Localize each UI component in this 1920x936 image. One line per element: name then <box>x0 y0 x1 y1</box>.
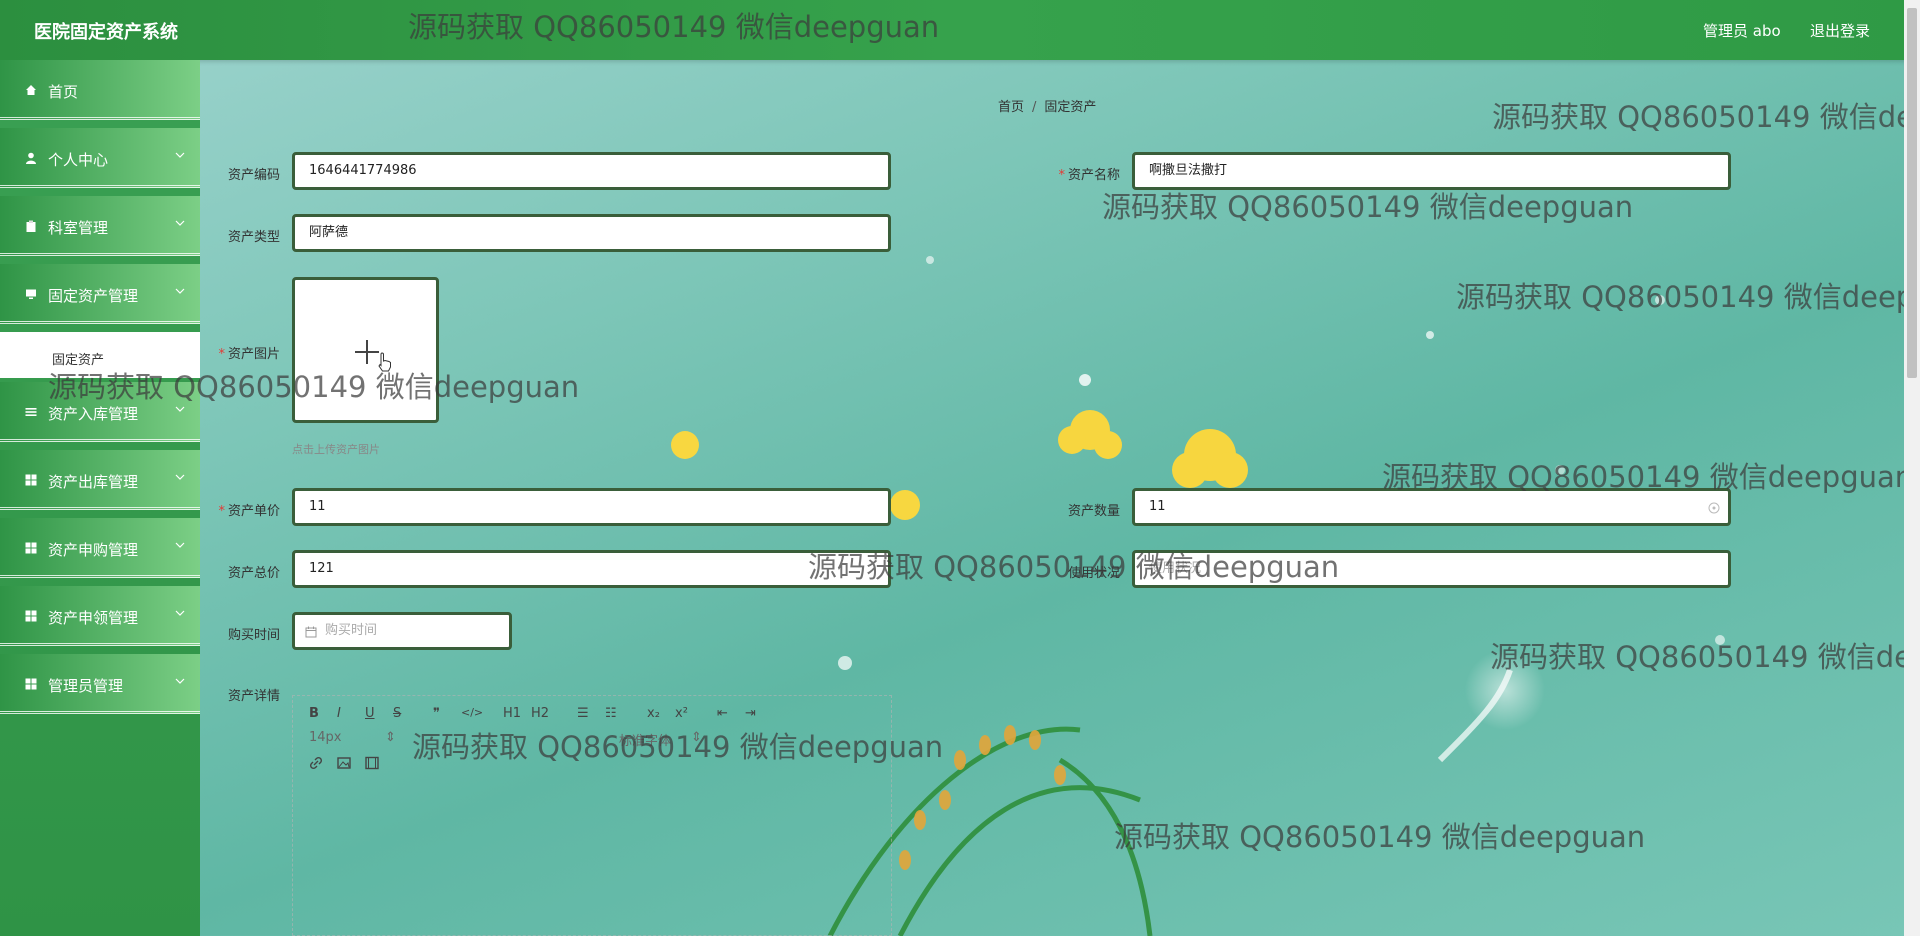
unit-price-label: * 资产单价 <box>218 504 280 519</box>
breadcrumb-separator: / <box>1032 100 1037 115</box>
watermark: 源码获取 QQ86050149 微信deepguan <box>1490 640 1920 674</box>
blockquote-button[interactable]: ❞ <box>433 706 440 721</box>
asset-detail-label: 资产详情 <box>227 689 280 704</box>
sidebar-item-stock-out[interactable]: 资产出库管理 <box>0 450 200 510</box>
sidebar-item-purchase[interactable]: 资产申购管理 <box>0 518 200 578</box>
bold-button[interactable]: B <box>309 706 319 721</box>
monitor-icon <box>26 289 36 299</box>
sidebar-item-label: 资产出库管理 <box>48 473 139 491</box>
sidebar-item-department[interactable]: 科室管理 <box>0 196 200 256</box>
image-upload-hint: 点击上传资产图片 <box>292 443 380 456</box>
current-user: 管理员 abo <box>1703 22 1781 40</box>
chevron-down-icon <box>175 474 185 480</box>
asset-type-input[interactable]: 阿萨德 <box>292 214 891 252</box>
sidebar-item-personal[interactable]: 个人中心 <box>0 128 200 188</box>
logout-button[interactable]: 退出登录 <box>1810 20 1870 41</box>
superscript-button[interactable]: x² <box>675 706 688 721</box>
font-size-select[interactable]: 14px <box>309 730 342 745</box>
purchase-date-input[interactable]: 购买时间 <box>292 612 512 650</box>
app-title: 医院固定资产系统 <box>34 22 178 43</box>
sidebar-item-admins[interactable]: 管理员管理 <box>0 654 200 714</box>
sidebar-item-home[interactable]: 首页 <box>0 60 200 120</box>
italic-button[interactable]: I <box>337 706 341 721</box>
breadcrumb-current: 固定资产 <box>1044 100 1097 115</box>
code-block-button[interactable]: </> <box>461 706 483 719</box>
asset-name-label: * 资产名称 <box>1058 168 1120 183</box>
scrollbar-thumb[interactable] <box>1907 8 1917 378</box>
chevron-down-icon <box>175 610 185 616</box>
sidebar-item-requisition[interactable]: 资产申领管理 <box>0 586 200 646</box>
image-icon[interactable] <box>337 756 351 770</box>
calendar-icon <box>305 626 317 638</box>
watermark: 源码获取 QQ86050149 微信deepguan <box>1102 190 1634 224</box>
outdent-button[interactable]: ⇤ <box>717 706 728 721</box>
usage-status-input[interactable]: 使用状况 <box>1132 550 1731 588</box>
sidebar: 首页 个人中心 科室管理 固定资产管理 固定资产 资产入库管理 资产出库管理 资… <box>0 60 200 936</box>
asset-image-label: * 资产图片 <box>218 347 280 362</box>
purchase-date-label: 购买时间 <box>227 628 280 643</box>
page-scrollbar[interactable] <box>1904 0 1920 936</box>
sidebar-item-label: 资产入库管理 <box>48 405 139 423</box>
sidebar-subitem-label: 固定资产 <box>52 353 105 368</box>
asset-code-input[interactable]: 1646441774986 <box>292 152 891 190</box>
user-icon <box>26 152 36 164</box>
breadcrumb-home[interactable]: 首页 <box>998 100 1024 115</box>
sidebar-item-label: 科室管理 <box>48 219 109 237</box>
rich-text-editor[interactable]: B I U S ❞ </> H1 H2 ☰ ☷ x₂ x² ⇤ ⇥ 14px ⇕… <box>292 695 892 936</box>
chevron-down-icon <box>175 152 185 158</box>
video-icon[interactable] <box>365 756 379 770</box>
stepper-icon[interactable] <box>1708 502 1720 514</box>
grid-icon <box>25 474 37 486</box>
font-family-select[interactable]: 标准字体 <box>619 730 671 749</box>
sidebar-item-stock-in[interactable]: 资产入库管理 <box>0 382 200 442</box>
underline-button[interactable]: U <box>365 706 375 721</box>
sidebar-item-label: 管理员管理 <box>48 677 124 695</box>
chevron-down-icon <box>175 220 185 226</box>
unit-price-input[interactable]: 11 <box>292 488 891 526</box>
total-price-input[interactable]: 121 <box>292 550 891 588</box>
strike-button[interactable]: S <box>393 706 401 721</box>
background-illustration <box>671 256 1725 936</box>
sidebar-item-fixed-assets[interactable]: 固定资产管理 <box>0 264 200 324</box>
asset-code-label: 资产编码 <box>227 168 280 183</box>
grid-icon <box>25 610 37 622</box>
chevron-down-icon <box>175 406 185 412</box>
home-icon <box>26 85 36 95</box>
sidebar-item-label: 资产申领管理 <box>48 609 139 627</box>
image-upload-area[interactable] <box>292 277 439 423</box>
breadcrumb: 首页 / 固定资产 <box>998 96 1096 115</box>
asset-name-input[interactable]: 啊撒旦法撒打 <box>1132 152 1731 190</box>
quantity-input[interactable]: 11 <box>1132 488 1731 526</box>
sidebar-item-label: 资产申购管理 <box>48 541 139 559</box>
asset-type-label: 资产类型 <box>227 230 280 245</box>
ordered-list-button[interactable]: ☰ <box>577 706 589 721</box>
total-price-label: 资产总价 <box>227 566 280 581</box>
grid-icon <box>25 542 37 554</box>
sidebar-item-label: 固定资产管理 <box>48 287 139 305</box>
quantity-label: 资产数量 <box>1067 504 1120 519</box>
bullet-list-button[interactable]: ☷ <box>605 706 617 721</box>
indent-button[interactable]: ⇥ <box>745 706 756 721</box>
top-bar: 医院固定资产系统 管理员 abo 退出登录 <box>0 0 1920 60</box>
watermark: 源码获取 QQ86050149 微信deepguan <box>1492 100 1920 134</box>
clipboard-icon <box>26 220 36 232</box>
font-size-select-arrow-icon: ⇕ <box>385 730 396 745</box>
link-icon[interactable] <box>309 756 323 770</box>
sidebar-item-label: 个人中心 <box>48 151 109 169</box>
usage-status-label: 使用状况 <box>1067 566 1120 581</box>
watermark: 源码获取 QQ86050149 微信deepguan <box>1456 280 1920 314</box>
grid-icon <box>25 678 37 690</box>
list-icon <box>25 408 37 416</box>
chevron-down-icon <box>175 678 185 684</box>
subscript-button[interactable]: x₂ <box>647 706 660 721</box>
heading1-button[interactable]: H1 <box>503 706 521 721</box>
sidebar-item-label: 首页 <box>48 83 79 101</box>
font-family-select-arrow-icon: ⇕ <box>691 730 702 745</box>
watermark: 源码获取 QQ86050149 微信deepguan <box>1114 820 1646 854</box>
hand-cursor-icon <box>378 352 391 372</box>
chevron-up-icon <box>175 288 185 294</box>
sidebar-subitem-fixed-assets[interactable]: 固定资产 <box>0 332 200 378</box>
chevron-down-icon <box>175 542 185 548</box>
heading2-button[interactable]: H2 <box>531 706 549 721</box>
